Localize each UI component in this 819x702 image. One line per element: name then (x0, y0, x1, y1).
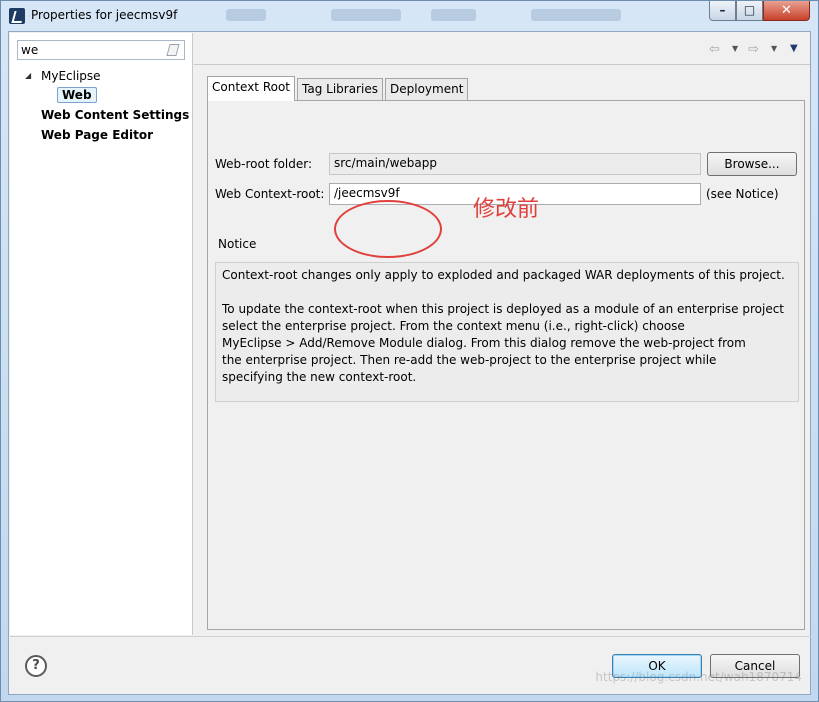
browse-button[interactable]: Browse... (707, 152, 797, 176)
notice-line-gap (222, 284, 792, 301)
close-button[interactable]: ✕ (763, 1, 810, 21)
web-root-field: src/main/webapp (329, 153, 701, 175)
tree-item-label: Web Page Editor (41, 128, 153, 142)
properties-page-panel: ⇦ ▼ ⇨ ▼ ▼ Context Root Tag Libraries Dep… (194, 33, 810, 635)
properties-tree-panel: ◢ MyEclipse Web Web Content Settings Web… (10, 33, 193, 635)
minimize-button[interactable]: – (709, 1, 736, 21)
watermark-text: https://blog.csdn.net/wah1870714 (595, 670, 802, 684)
tree-item-web-page-editor[interactable]: Web Page Editor (41, 126, 153, 144)
tab-deployment[interactable]: Deployment (385, 78, 469, 100)
back-history-caret-icon[interactable]: ▼ (732, 44, 738, 53)
title-bar-blur (431, 9, 476, 21)
maximize-icon: □ (743, 3, 756, 17)
filter-box[interactable] (17, 40, 185, 60)
forward-arrow-icon[interactable]: ⇨ (748, 42, 759, 57)
view-menu-icon[interactable]: ▼ (790, 43, 798, 54)
divider (194, 64, 810, 65)
title-bar-blur (331, 9, 401, 21)
notice-line: MyEclipse > Add/Remove Module dialog. Fr… (222, 336, 746, 350)
web-root-label: Web-root folder: (215, 157, 313, 171)
tree-item-label: MyEclipse (41, 69, 101, 83)
tab-context-root[interactable]: Context Root (207, 76, 296, 101)
context-root-label: Web Context-root: (215, 187, 325, 201)
back-arrow-icon[interactable]: ⇦ (709, 42, 720, 57)
see-notice-text: (see Notice) (706, 187, 779, 201)
notice-line: specifying the new context-root. (222, 370, 417, 384)
forward-history-caret-icon[interactable]: ▼ (771, 44, 777, 53)
tree-item-web-content-settings[interactable]: Web Content Settings (41, 106, 189, 124)
tab-tag-libraries[interactable]: Tag Libraries (297, 78, 383, 100)
minimize-icon: – (719, 3, 726, 17)
tree-item-label: Web Content Settings (41, 108, 190, 122)
notice-line: Context-root changes only apply to explo… (222, 268, 785, 282)
window-title: Properties for jeecmsv9f (31, 8, 178, 22)
help-icon[interactable]: ? (25, 655, 47, 677)
title-bar-blur (531, 9, 621, 21)
notice-line: select the enterprise project. From the … (222, 319, 685, 333)
notice-line: To update the context-root when this pro… (222, 302, 785, 316)
title-bar[interactable]: Properties for jeecmsv9f – □ ✕ (1, 1, 818, 31)
annotation-text: 修改前 (473, 197, 540, 222)
maximize-button[interactable]: □ (736, 1, 763, 21)
filter-input[interactable] (18, 41, 163, 59)
annotation-circle (334, 200, 442, 258)
clear-filter-icon[interactable] (166, 44, 180, 56)
notice-text-box: Context-root changes only apply to explo… (215, 262, 799, 402)
myeclipse-app-icon (9, 8, 25, 24)
notice-line: the enterprise project. Then re-add the … (222, 353, 717, 367)
title-bar-blur (226, 9, 266, 21)
notice-title: Notice (218, 237, 257, 251)
close-icon: ✕ (781, 3, 792, 18)
properties-window: Properties for jeecmsv9f – □ ✕ ◢ MyEclip… (0, 0, 819, 702)
context-root-tab-content: Web-root folder: src/main/webapp Browse.… (207, 100, 805, 630)
tree-item-label: Web (57, 87, 97, 103)
dialog-client-area: ◢ MyEclipse Web Web Content Settings Web… (8, 31, 811, 695)
divider (10, 636, 811, 637)
expand-arrow-icon[interactable]: ◢ (25, 67, 31, 85)
tree-item-myeclipse[interactable]: ◢ MyEclipse (10, 67, 193, 85)
tree-item-web[interactable]: Web (57, 86, 97, 104)
